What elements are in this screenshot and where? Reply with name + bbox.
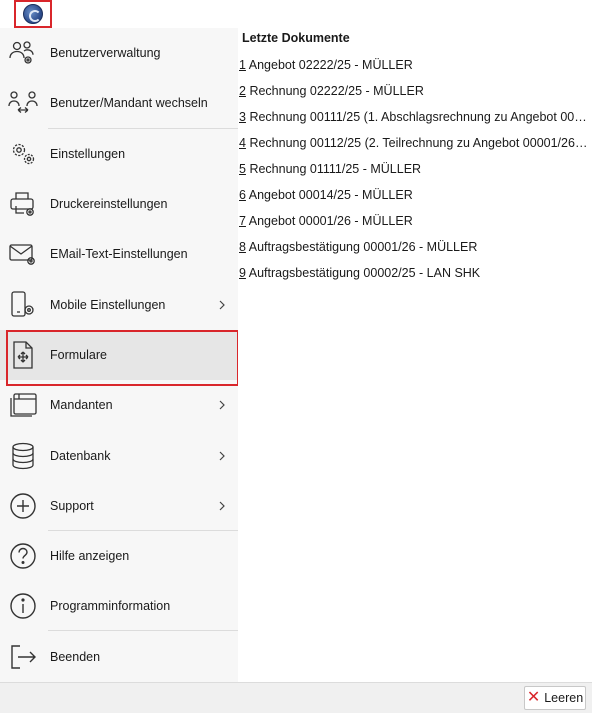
recent-documents-list: 1 Angebot 02222/25 - MÜLLER 2 Rechnung 0… — [239, 56, 592, 290]
menu-item-label: Support — [50, 498, 94, 513]
menu-item-formulare[interactable]: Formulare — [0, 329, 239, 387]
recent-document-item[interactable]: 9 Auftragsbestätigung 00002/25 - LAN SHK — [239, 264, 592, 290]
printer-gear-icon — [8, 189, 38, 219]
document-title: Auftragsbestätigung 00001/26 - MÜLLER — [248, 240, 478, 254]
menu-item-beenden[interactable]: Beenden — [0, 632, 238, 682]
recent-document-item[interactable]: 5 Rechnung 01111/25 - MÜLLER — [239, 160, 592, 186]
document-title: Rechnung 00111/25 (1. Abschlagsrechnung … — [249, 110, 592, 124]
database-icon — [8, 441, 38, 471]
menu-item-label: Druckereinstellungen — [50, 197, 168, 212]
menu-item-benutzerverwaltung[interactable]: Benutzerverwaltung — [0, 28, 238, 78]
document-title: Angebot 00001/26 - MÜLLER — [248, 214, 413, 228]
menu-item-label: Formulare — [50, 347, 107, 362]
document-number: 1 — [239, 58, 246, 72]
menu-item-label: Benutzerverwaltung — [50, 46, 161, 61]
menu-item-label: Mandanten — [50, 398, 113, 413]
help-circle-icon — [8, 541, 38, 571]
menu-item-label: Datenbank — [50, 448, 111, 463]
recent-documents-panel: Letzte Dokumente 1 Angebot 02222/25 - MÜ… — [238, 28, 592, 682]
recent-document-item[interactable]: 2 Rechnung 02222/25 - MÜLLER — [239, 82, 592, 108]
document-title: Rechnung 02222/25 - MÜLLER — [249, 84, 424, 98]
document-title: Rechnung 00112/25 (2. Teilrechnung zu An… — [249, 136, 592, 150]
menu-item-benutzer-mandant-wechseln[interactable]: Benutzer/Mandant wechseln — [0, 78, 238, 128]
menu-item-label: Mobile Einstellungen — [50, 297, 166, 312]
document-number: 6 — [239, 188, 246, 202]
menu-item-einstellungen[interactable]: Einstellungen — [0, 129, 238, 179]
document-number: 7 — [239, 214, 246, 228]
users-gear-icon — [8, 38, 38, 68]
app-logo-icon — [23, 4, 43, 24]
menu-item-label: Einstellungen — [50, 146, 126, 161]
menu-item-programminformation[interactable]: Programminformation — [0, 581, 238, 631]
form-document-icon — [8, 340, 38, 370]
info-circle-icon — [8, 591, 38, 621]
clear-recent-button[interactable]: ✕ Leeren — [524, 686, 586, 710]
chevron-right-icon — [219, 300, 225, 310]
recent-document-item[interactable]: 7 Angebot 00001/26 - MÜLLER — [239, 212, 592, 238]
recent-document-item[interactable]: 3 Rechnung 00111/25 (1. Abschlagsrechnun… — [239, 108, 592, 134]
backstage-menu: Benutzerverwaltung Benutzer/Mandant wech… — [0, 28, 239, 682]
menu-item-label: Beenden — [50, 649, 101, 664]
menu-item-support[interactable]: Support — [0, 481, 238, 531]
document-number: 9 — [239, 266, 246, 280]
switch-user-icon — [8, 88, 38, 118]
document-title: Angebot 00014/25 - MÜLLER — [248, 188, 413, 202]
document-number: 8 — [239, 240, 246, 254]
document-number: 4 — [239, 136, 246, 150]
mail-gear-icon — [8, 239, 38, 269]
app-menu-button[interactable] — [14, 0, 52, 28]
exit-icon — [8, 642, 38, 672]
document-title: Rechnung 01111/25 - MÜLLER — [249, 162, 422, 176]
chevron-right-icon — [219, 400, 225, 410]
close-icon: ✕ — [526, 689, 541, 706]
gears-icon — [8, 139, 38, 169]
clear-button-label: Leeren — [544, 691, 584, 705]
menu-item-email-text-einstellungen[interactable]: EMail-Text-Einstellungen — [0, 229, 238, 279]
document-title: Auftragsbestätigung 00002/25 - LAN SHK — [248, 266, 481, 280]
document-number: 3 — [239, 110, 246, 124]
menu-item-hilfe-anzeigen[interactable]: Hilfe anzeigen — [0, 531, 238, 581]
document-number: 2 — [239, 84, 246, 98]
mobile-gear-icon — [8, 290, 38, 320]
recent-document-item[interactable]: 8 Auftragsbestätigung 00001/26 - MÜLLER — [239, 238, 592, 264]
menu-item-mobile-einstellungen[interactable]: Mobile Einstellungen — [0, 279, 238, 329]
recent-document-item[interactable]: 4 Rechnung 00112/25 (2. Teilrechnung zu … — [239, 134, 592, 160]
window-stack-icon — [8, 390, 38, 420]
plus-circle-icon — [8, 491, 38, 521]
menu-item-label: Benutzer/Mandant wechseln — [50, 96, 208, 111]
chevron-right-icon — [219, 501, 225, 511]
top-bar — [0, 0, 592, 28]
menu-item-label: Hilfe anzeigen — [50, 549, 130, 564]
recent-document-item[interactable]: 6 Angebot 00014/25 - MÜLLER — [239, 186, 592, 212]
menu-item-label: EMail-Text-Einstellungen — [50, 247, 188, 262]
menu-item-datenbank[interactable]: Datenbank — [0, 430, 238, 480]
menu-item-druckereinstellungen[interactable]: Druckereinstellungen — [0, 179, 238, 229]
menu-item-mandanten[interactable]: Mandanten — [0, 380, 238, 430]
document-number: 5 — [239, 162, 246, 176]
recent-document-item[interactable]: 1 Angebot 02222/25 - MÜLLER — [239, 56, 592, 82]
chevron-right-icon — [219, 451, 225, 460]
menu-item-label: Programminformation — [50, 599, 171, 614]
bottom-bar: ✕ Leeren — [0, 682, 592, 713]
document-title: Angebot 02222/25 - MÜLLER — [248, 58, 413, 72]
recent-documents-title: Letzte Dokumente — [242, 31, 350, 45]
